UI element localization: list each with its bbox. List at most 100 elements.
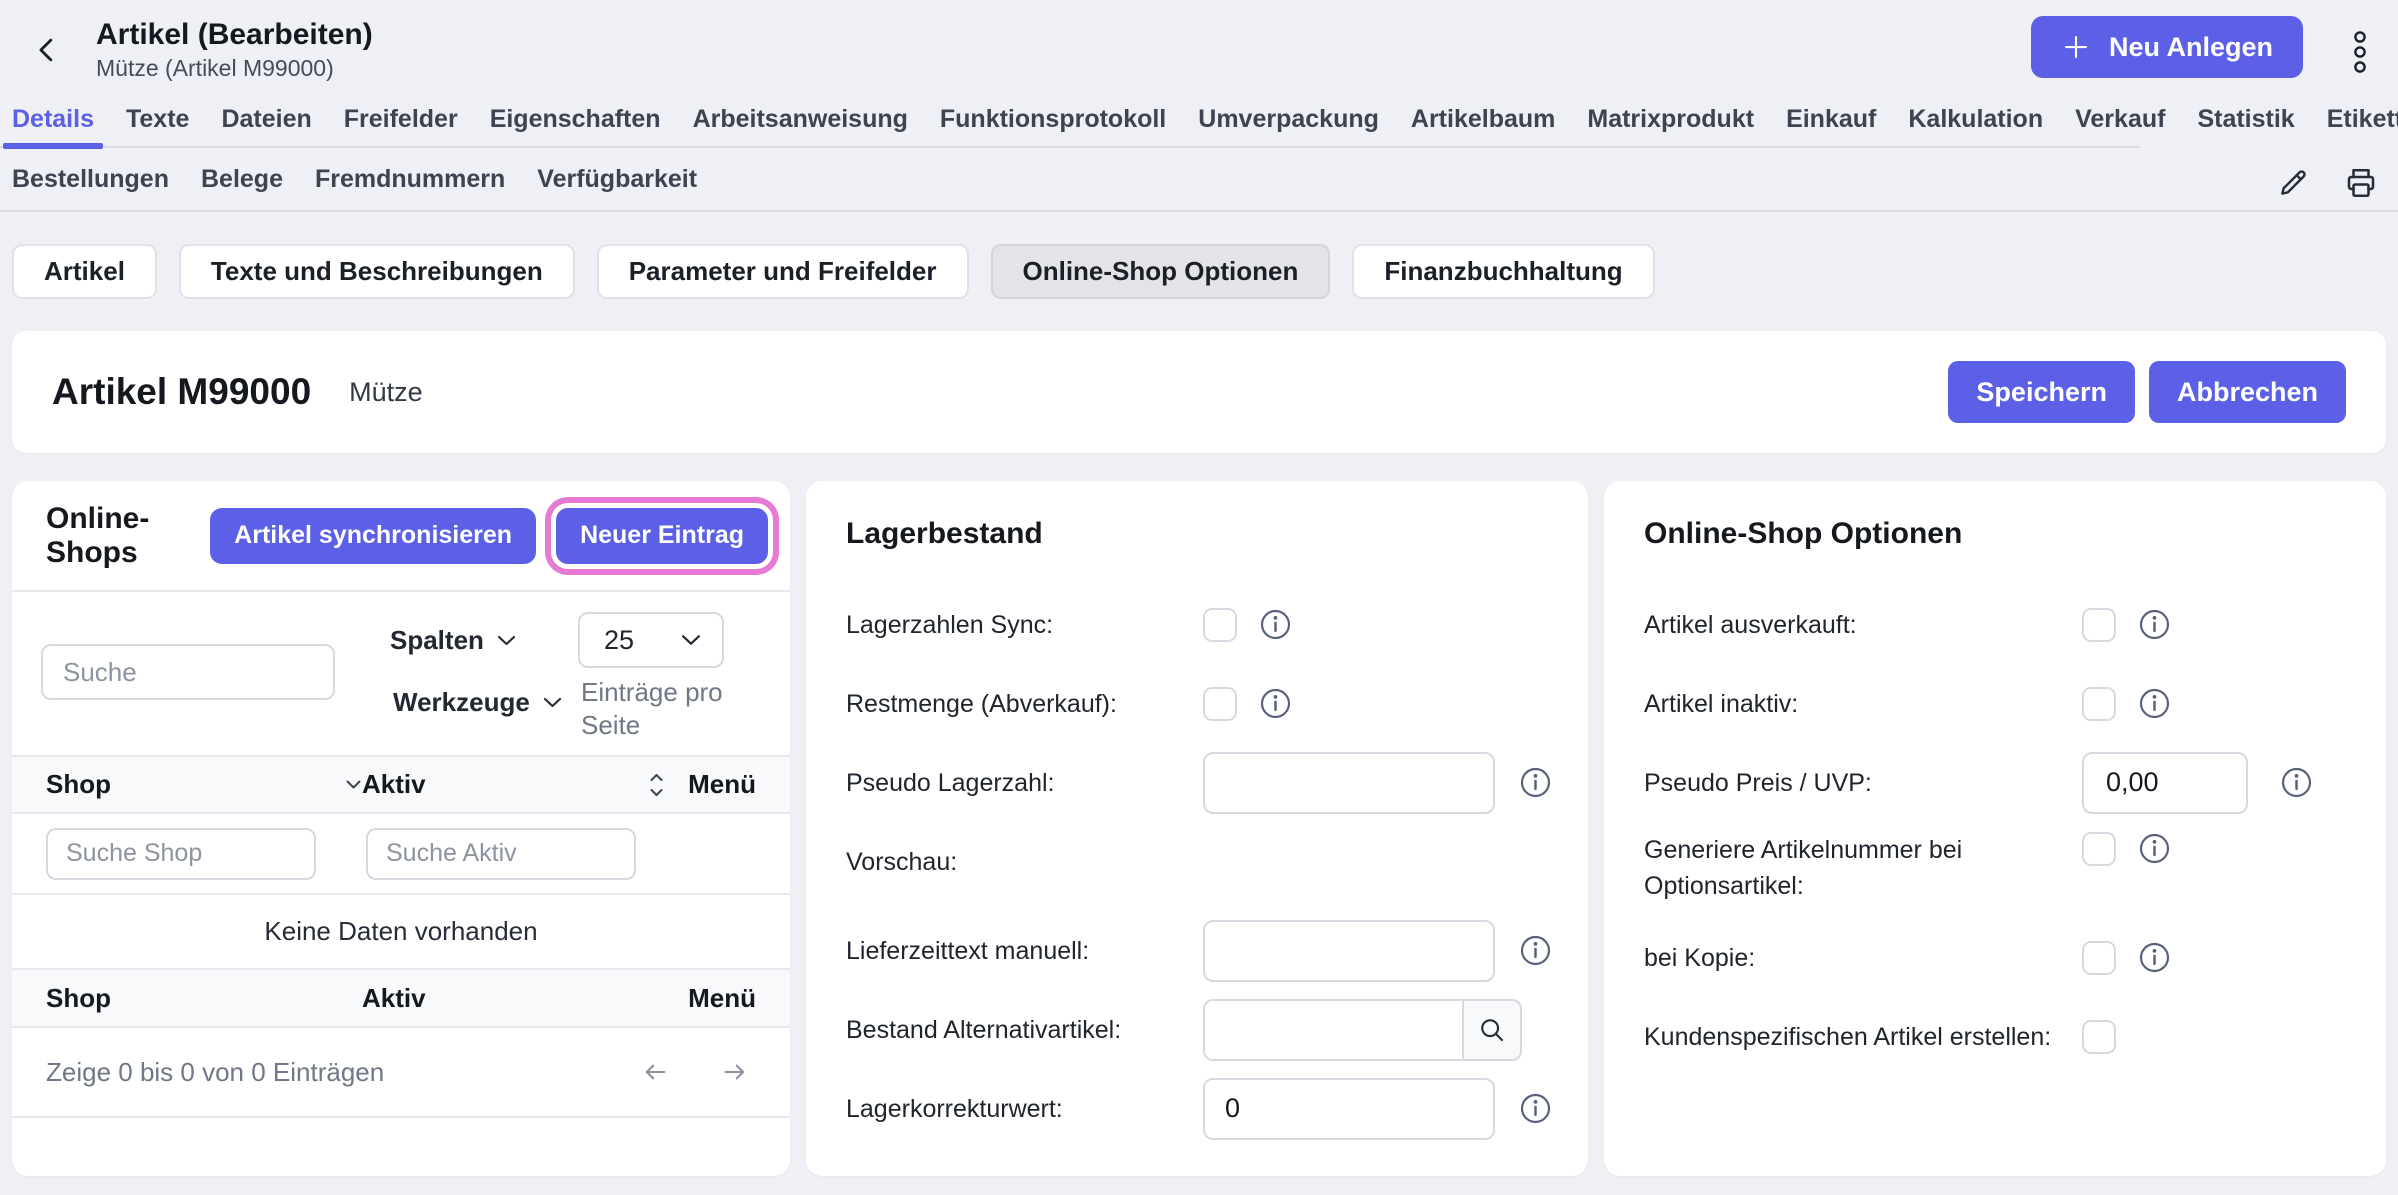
filter-shop-input[interactable]: [46, 828, 316, 880]
pagination-info: Zeige 0 bis 0 von 0 Einträgen: [46, 1057, 384, 1088]
section-pill-finanzbuchhaltung[interactable]: Finanzbuchhaltung: [1352, 244, 1654, 299]
page-size-select[interactable]: 25: [578, 612, 724, 668]
tab-fremdnummern[interactable]: Fremdnummern: [315, 151, 505, 207]
generiere-artikelnummer-checkbox[interactable]: [2082, 832, 2116, 866]
field-label: Artikel ausverkauft:: [1644, 607, 2082, 643]
back-button[interactable]: [28, 30, 68, 70]
table-empty-message: Keine Daten vorhanden: [12, 895, 790, 970]
tab-arbeitsanweisung[interactable]: Arbeitsanweisung: [693, 91, 908, 147]
section-pill-texte-und-beschreibungen[interactable]: Texte und Beschreibungen: [179, 244, 575, 299]
online-shop-optionen-card: Online-Shop Optionen Artikel ausverkauft…: [1604, 481, 2386, 1176]
field-label: bei Kopie:: [1644, 940, 2082, 976]
sync-article-button[interactable]: Artikel synchronisieren: [210, 508, 536, 564]
kebab-menu-button[interactable]: [2340, 28, 2380, 76]
lagerbestand-card: Lagerbestand Lagerzahlen Sync: Restmenge…: [806, 481, 1588, 1176]
tab-dateien[interactable]: Dateien: [221, 91, 311, 147]
new-entry-button[interactable]: Neuer Eintrag: [556, 508, 768, 564]
pagination-next-button[interactable]: [720, 1057, 750, 1087]
tab-row-secondary: Bestellungen Belege Fremdnummern Verfügb…: [0, 148, 2398, 210]
tab-navigation: Details Texte Dateien Freifelder Eigensc…: [0, 92, 2398, 212]
page-subtitle: Mütze (Artikel M99000): [96, 53, 2370, 84]
field-label: Restmenge (Abverkauf):: [846, 686, 1203, 722]
section-pill-bar: Artikel Texte und Beschreibungen Paramet…: [12, 244, 2386, 299]
info-icon[interactable]: [2138, 832, 2171, 865]
section-pill-online-shop-optionen[interactable]: Online-Shop Optionen: [991, 244, 1331, 299]
column-header-menu: Menü: [688, 769, 756, 799]
print-button[interactable]: [2340, 162, 2382, 204]
save-button[interactable]: Speichern: [1948, 361, 2135, 423]
lagerkorrekturwert-input[interactable]: [1203, 1078, 1495, 1140]
tab-funktionsprotokoll[interactable]: Funktionsprotokoll: [940, 91, 1166, 147]
tab-umverpackung[interactable]: Umverpackung: [1198, 91, 1379, 147]
online-shops-title: Online-Shops: [46, 502, 166, 570]
info-icon[interactable]: [1259, 687, 1292, 720]
cancel-button[interactable]: Abbrechen: [2149, 361, 2346, 423]
pencil-icon: [2276, 166, 2310, 200]
tab-belege[interactable]: Belege: [201, 151, 283, 207]
article-search-button[interactable]: [1462, 1001, 1520, 1059]
columns-dropdown[interactable]: Spalten: [390, 625, 517, 656]
filter-aktiv-input[interactable]: [366, 828, 636, 880]
footer-column-shop: Shop: [46, 983, 111, 1014]
info-icon[interactable]: [1519, 1092, 1552, 1125]
tab-details[interactable]: Details: [12, 91, 94, 147]
tab-statistik[interactable]: Statistik: [2197, 91, 2294, 147]
artikel-ausverkauft-checkbox[interactable]: [2082, 608, 2116, 642]
artikel-inaktiv-checkbox[interactable]: [2082, 687, 2116, 721]
restmenge-checkbox[interactable]: [1203, 687, 1237, 721]
info-icon[interactable]: [2138, 608, 2171, 641]
printer-icon: [2343, 165, 2379, 201]
section-pill-parameter-und-freifelder[interactable]: Parameter und Freifelder: [597, 244, 969, 299]
tab-freifelder[interactable]: Freifelder: [344, 91, 458, 147]
field-row-kundenspezifisch: Kundenspezifischen Artikel erstellen:: [1644, 997, 2346, 1076]
article-title: Artikel M99000: [52, 371, 311, 413]
tab-artikelbaum[interactable]: Artikelbaum: [1411, 91, 1555, 147]
online-shops-card: Online-Shops Artikel synchronisieren Neu…: [12, 481, 790, 1176]
tab-matrixprodukt[interactable]: Matrixprodukt: [1587, 91, 1754, 147]
tab-bestellungen[interactable]: Bestellungen: [12, 151, 169, 207]
page-size-value: 25: [604, 625, 634, 656]
edit-button[interactable]: [2272, 162, 2314, 204]
pseudo-lagerzahl-input[interactable]: [1203, 752, 1495, 814]
info-icon[interactable]: [2138, 687, 2171, 720]
field-row-lieferzeittext: Lieferzeittext manuell:: [846, 911, 1548, 990]
field-label: Lagerkorrekturwert:: [846, 1091, 1203, 1127]
info-icon[interactable]: [1259, 608, 1292, 641]
lagerzahlen-sync-checkbox[interactable]: [1203, 608, 1237, 642]
kundenspezifisch-checkbox[interactable]: [2082, 1020, 2116, 1054]
kebab-menu-icon: [2353, 30, 2367, 74]
online-shop-optionen-title: Online-Shop Optionen: [1644, 517, 2346, 551]
lieferzeittext-input[interactable]: [1203, 920, 1495, 982]
info-icon[interactable]: [2280, 766, 2313, 799]
pseudo-preis-input[interactable]: [2082, 752, 2248, 814]
bestand-alternativartikel-input[interactable]: [1205, 1001, 1462, 1059]
tab-verfuegbarkeit[interactable]: Verfügbarkeit: [537, 151, 697, 207]
arrow-right-icon: [721, 1058, 749, 1086]
new-create-button[interactable]: Neu Anlegen: [2031, 16, 2303, 78]
tools-dropdown[interactable]: Werkzeuge: [393, 687, 563, 718]
article-subtitle: Mütze: [349, 377, 423, 408]
field-row-generiere-artikelnummer: Generiere Artikelnummer bei Optionsartik…: [1644, 822, 2346, 918]
chevron-left-icon: [31, 33, 65, 67]
bei-kopie-checkbox[interactable]: [2082, 941, 2116, 975]
chevron-down-icon: [496, 634, 517, 647]
page-title: Artikel (Bearbeiten): [96, 16, 2370, 53]
sort-desc-icon[interactable]: [345, 779, 362, 790]
info-icon[interactable]: [2138, 941, 2171, 974]
info-icon[interactable]: [1519, 766, 1552, 799]
pagination-prev-button[interactable]: [640, 1057, 670, 1087]
info-icon[interactable]: [1519, 934, 1552, 967]
sort-both-icon[interactable]: [649, 772, 664, 798]
column-header-shop[interactable]: Shop: [46, 769, 111, 800]
tab-kalkulation[interactable]: Kalkulation: [1908, 91, 2043, 147]
field-row-lagerzahlen-sync: Lagerzahlen Sync:: [846, 585, 1548, 664]
section-pill-artikel[interactable]: Artikel: [12, 244, 157, 299]
tab-verkauf[interactable]: Verkauf: [2075, 91, 2165, 147]
search-input[interactable]: [41, 644, 335, 700]
tab-etikett[interactable]: Etikett: [2327, 91, 2398, 147]
tab-texte[interactable]: Texte: [126, 91, 189, 147]
column-header-aktiv[interactable]: Aktiv: [362, 769, 426, 800]
tab-eigenschaften[interactable]: Eigenschaften: [490, 91, 661, 147]
field-label: Lagerzahlen Sync:: [846, 607, 1203, 643]
tab-einkauf[interactable]: Einkauf: [1786, 91, 1876, 147]
